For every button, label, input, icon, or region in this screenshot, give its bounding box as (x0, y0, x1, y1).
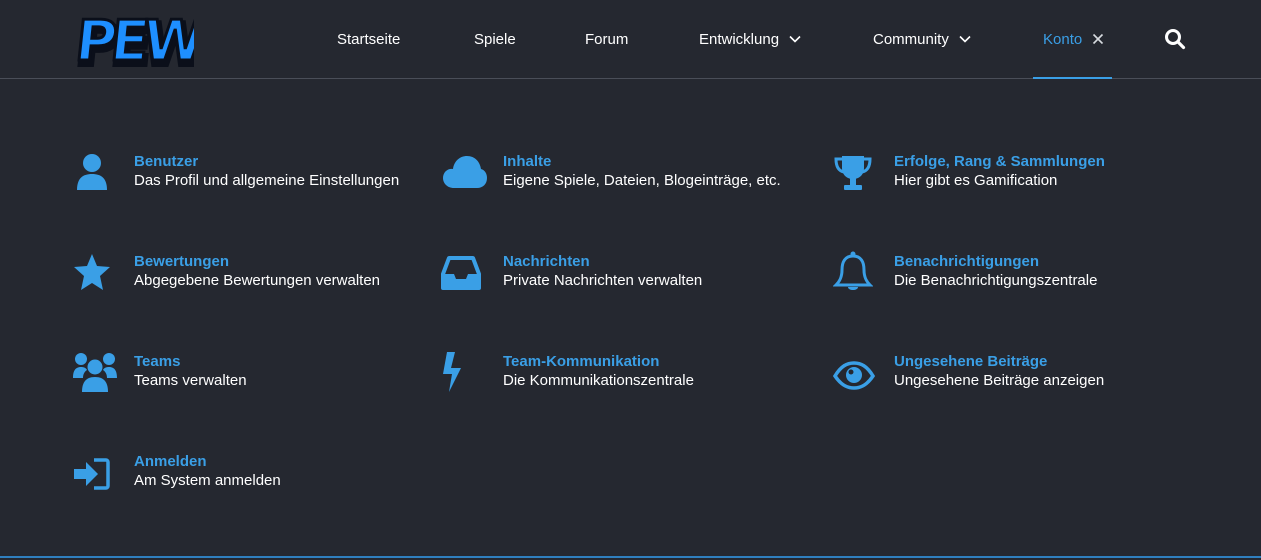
site-header: PEWN! PEWN! Startseite Spiele Forum Entw… (0, 0, 1261, 81)
menu-item-desc: Die Kommunikationszentrale (503, 372, 694, 389)
site-logo[interactable]: PEWN! PEWN! (71, 2, 267, 81)
menu-item-desc: Das Profil und allgemeine Einstellungen (134, 172, 400, 189)
menu-item-title: Inhalte (503, 153, 552, 170)
search-icon (1165, 29, 1186, 50)
nav-label: Community (873, 30, 949, 48)
menu-item-title: Bewertungen (134, 253, 230, 270)
users-icon (73, 353, 117, 392)
chevron-down-icon (959, 35, 971, 43)
user-icon (77, 154, 107, 190)
menu-item-title: Benutzer (134, 153, 199, 170)
cloud-icon (443, 156, 487, 188)
close-icon[interactable] (1092, 33, 1104, 45)
nav-label: Konto (1043, 30, 1083, 48)
bottom-divider (0, 556, 1261, 558)
menu-item-desc: Ungesehene Beiträge anzeigen (894, 372, 1105, 389)
menu-item-desc: Private Nachrichten verwalten (503, 272, 703, 289)
bolt-icon (443, 352, 461, 392)
menu-item-desc: Teams verwalten (134, 372, 247, 389)
menu-item-title: Team-Kommunikation (503, 353, 660, 370)
menu-item-title: Teams (134, 353, 181, 370)
page: PEWN! PEWN! Startseite Spiele Forum Entw… (0, 0, 1261, 560)
nav-label: Forum (585, 30, 629, 48)
menu-item-desc: Hier gibt es Gamification (894, 172, 1058, 189)
bell-icon (833, 251, 873, 290)
menu-item-title: Benachrichtigungen (894, 253, 1040, 270)
nav-startseite[interactable]: Startseite (337, 0, 400, 78)
chevron-down-icon (789, 35, 801, 43)
eye-icon (833, 361, 875, 390)
nav-label: Spiele (474, 30, 516, 48)
star-icon (74, 254, 110, 290)
menu-item-title: Erfolge, Rang & Sammlungen (894, 153, 1105, 170)
nav-community[interactable]: Community (873, 0, 971, 78)
nav-entwicklung[interactable]: Entwicklung (699, 0, 801, 78)
sign-in-icon (74, 458, 110, 490)
menu-item-title: Anmelden (134, 453, 207, 470)
pewn-logo-icon: PEWN! PEWN! (71, 8, 267, 81)
nav-label: Startseite (337, 30, 401, 48)
inbox-icon (441, 256, 481, 290)
nav-label: Entwicklung (699, 30, 780, 48)
menu-item-desc: Abgegebene Bewertungen verwalten (134, 272, 381, 289)
search-button[interactable] (1164, 28, 1186, 50)
nav-forum[interactable]: Forum (585, 0, 628, 78)
menu-item-title: Ungesehene Beiträge (894, 353, 1048, 370)
trophy-icon (834, 156, 872, 190)
menu-item-title: Nachrichten (503, 253, 590, 270)
nav-konto[interactable]: Konto (1032, 0, 1113, 79)
nav-spiele[interactable]: Spiele (474, 0, 516, 78)
menu-item-desc: Die Benachrichtigungszentrale (894, 272, 1098, 289)
menu-item-desc: Eigene Spiele, Dateien, Blogeinträge, et… (503, 172, 781, 189)
svg-text:PEWN!: PEWN! (76, 9, 194, 74)
menu-item-desc: Am System anmelden (134, 472, 281, 489)
